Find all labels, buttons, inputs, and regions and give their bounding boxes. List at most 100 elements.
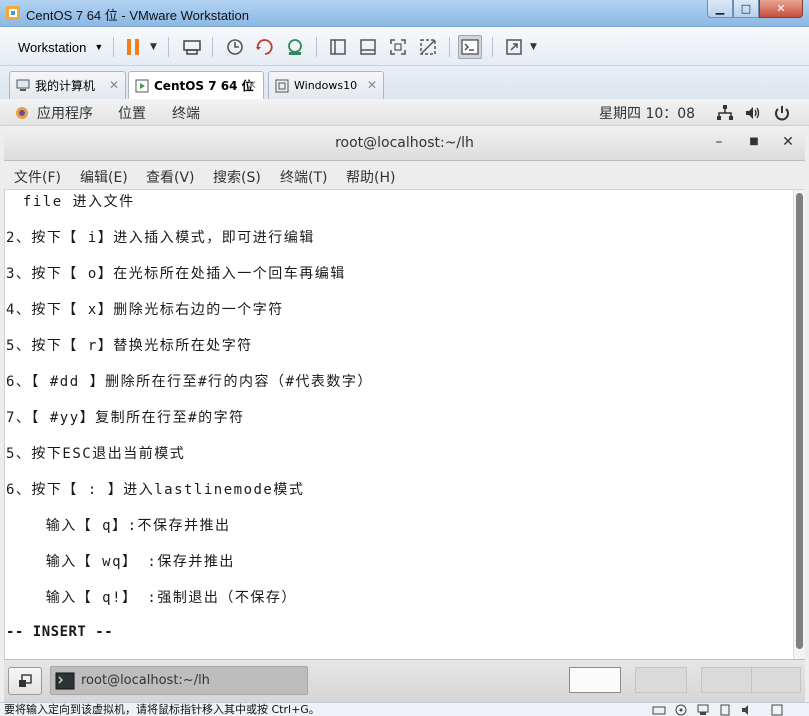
network-icon[interactable] (716, 104, 734, 122)
menu-search[interactable]: 搜索(S) (213, 167, 261, 187)
tab-windows10[interactable]: Windows10 ✕ (268, 71, 384, 99)
show-desktop-button[interactable] (8, 667, 42, 695)
terminal-line: file 进入文件 (13, 194, 135, 210)
maximize-icon: □ (740, 2, 752, 15)
tab-label: CentOS 7 64 位 (154, 79, 254, 93)
terminal-app-menu[interactable]: 终端 (172, 103, 200, 123)
sidebar-view-button[interactable] (326, 35, 350, 59)
stretch-menu-chevron-icon[interactable]: ▼ (530, 42, 537, 52)
fullscreen-icon (390, 39, 406, 55)
terminal-header-bar: root@localhost:~/lh – ■ ✕ (4, 126, 805, 161)
network-adapter-icon[interactable] (696, 704, 710, 716)
power-icon[interactable] (773, 104, 791, 122)
tab-label: Windows10 (294, 79, 358, 92)
computer-icon (16, 79, 30, 91)
close-icon: ✕ (782, 134, 794, 150)
minimize-icon: ▁ (715, 2, 725, 15)
maximize-button[interactable]: □ (733, 0, 759, 18)
console-view-button[interactable] (458, 35, 482, 59)
revert-snapshot-button[interactable] (253, 35, 277, 59)
terminal-line: 3、按下【 o】在光标所在处插入一个回车再编辑 (6, 266, 346, 282)
fullscreen-button[interactable] (386, 35, 410, 59)
terminal-line: 7、【 #yy】复制所在行至#的字符 (6, 410, 245, 426)
vm-tab-strip: 我的计算机 ✕ CentOS 7 64 位 ✕ Windows10 ✕ (0, 66, 809, 99)
taskbar-item-label: root@localhost:~/lh (81, 673, 210, 688)
cd-icon[interactable] (674, 704, 688, 716)
tab-centos[interactable]: CentOS 7 64 位 ✕ (128, 71, 264, 99)
vmware-toolbar: Workstation ▼ ▼ ▼ (0, 27, 809, 66)
power-menu-chevron-icon[interactable]: ▼ (150, 42, 157, 52)
terminal-line: 输入【 wq】 :保存并推出 (6, 554, 235, 570)
minimize-icon: – (715, 134, 723, 150)
chevron-down-icon: ▼ (94, 42, 104, 52)
pause-button[interactable] (121, 35, 145, 59)
unity-icon (420, 39, 436, 55)
volume-icon[interactable] (744, 104, 762, 122)
scrollbar-thumb[interactable] (796, 193, 803, 649)
tab-my-computer[interactable]: 我的计算机 ✕ (9, 71, 126, 99)
terminal-scrollbar[interactable] (793, 190, 805, 659)
terminal-minimize-button[interactable]: – (709, 134, 729, 152)
menu-file[interactable]: 文件(F) (14, 167, 61, 187)
tab-label: 我的计算机 (35, 79, 96, 93)
terminal-line: 5、按下【 r】替换光标所在处字符 (6, 338, 253, 354)
hard-disk-icon[interactable] (652, 704, 666, 716)
terminal-line: 4、按下【 x】删除光标右边的一个字符 (6, 302, 284, 318)
terminal-menubar: 文件(F) 编辑(E) 查看(V) 搜索(S) 终端(T) 帮助(H) (4, 161, 805, 190)
usb-icon[interactable] (718, 704, 732, 716)
workstation-menu-label: Workstation (18, 39, 87, 55)
terminal-icon (461, 39, 479, 55)
places-menu[interactable]: 位置 (118, 103, 146, 123)
terminal-title: root@localhost:~/lh (335, 135, 474, 151)
close-button[interactable]: ✕ (759, 0, 803, 18)
snapshot-button[interactable] (223, 35, 247, 59)
workspace-1[interactable] (569, 667, 621, 693)
clock[interactable]: 星期四 10：08 (599, 103, 695, 123)
terminal-line: 6、【 #dd 】删除所在行至#行的内容（#代表数字） (6, 374, 373, 390)
terminal-icon (55, 672, 75, 689)
tab-close-icon[interactable]: ✕ (247, 78, 257, 92)
applications-icon (16, 107, 28, 119)
stretch-icon (506, 39, 522, 55)
applications-menu[interactable]: 应用程序 (37, 103, 93, 123)
taskbar-item-terminal[interactable]: root@localhost:~/lh (50, 666, 308, 695)
revert-clock-icon (256, 39, 273, 55)
pause-icon (127, 39, 139, 55)
message-log-icon[interactable] (770, 704, 784, 716)
snapshot-manager-icon (288, 39, 302, 55)
unity-button[interactable] (416, 35, 440, 59)
snapshot-manager-button[interactable] (283, 35, 307, 59)
menu-terminal[interactable]: 终端(T) (280, 167, 327, 187)
window-title: CentOS 7 64 位 - VMware Workstation (26, 8, 250, 23)
terminal-line: 6、按下【 : 】进入lastlinemode模式 (6, 482, 305, 498)
maximize-icon: ■ (749, 136, 759, 147)
workspace-2[interactable] (635, 667, 687, 693)
stretch-guest-button[interactable] (502, 35, 526, 59)
tab-close-icon[interactable]: ✕ (109, 78, 119, 92)
status-message: 要将输入定向到该虚拟机，请将鼠标指针移入其中或按 Ctrl+G。 (4, 703, 320, 716)
vmware-status-bar: 要将输入定向到该虚拟机，请将鼠标指针移入其中或按 Ctrl+G。 (0, 702, 809, 716)
keyboard-icon (183, 40, 201, 55)
vmware-title-bar: CentOS 7 64 位 - VMware Workstation ▁ □ ✕ (0, 0, 809, 27)
send-ctrl-alt-del-button[interactable] (180, 35, 204, 59)
vmware-app-icon (6, 6, 20, 20)
terminal-text-area[interactable]: file 进入文件 2、按下【 i】进入插入模式，即可进行编辑 3、按下【 o】… (4, 190, 805, 659)
terminal-maximize-button[interactable]: ■ (744, 136, 764, 154)
menu-view[interactable]: 查看(V) (146, 167, 195, 187)
menu-edit[interactable]: 编辑(E) (80, 167, 128, 187)
workstation-menu[interactable]: Workstation ▼ (9, 34, 112, 60)
terminal-line: 输入【 q】:不保存并推出 (6, 518, 231, 534)
thumbnail-icon (360, 39, 376, 55)
terminal-line: 输入【 q!】 :强制退出（不保存） (6, 590, 297, 606)
menu-help[interactable]: 帮助(H) (346, 167, 395, 187)
terminal-close-button[interactable]: ✕ (778, 134, 798, 152)
guest-display[interactable]: 应用程序 位置 终端 星期四 10：08 root@localhost:~/lh… (0, 99, 809, 702)
gnome-top-bar: 应用程序 位置 终端 星期四 10：08 (0, 99, 809, 126)
workspace-4[interactable] (751, 667, 801, 693)
close-icon: ✕ (776, 2, 786, 15)
thumbnail-view-button[interactable] (356, 35, 380, 59)
sound-card-icon[interactable] (740, 704, 754, 716)
minimize-button[interactable]: ▁ (707, 0, 733, 18)
workspace-3[interactable] (701, 667, 753, 693)
tab-close-icon[interactable]: ✕ (367, 78, 377, 92)
